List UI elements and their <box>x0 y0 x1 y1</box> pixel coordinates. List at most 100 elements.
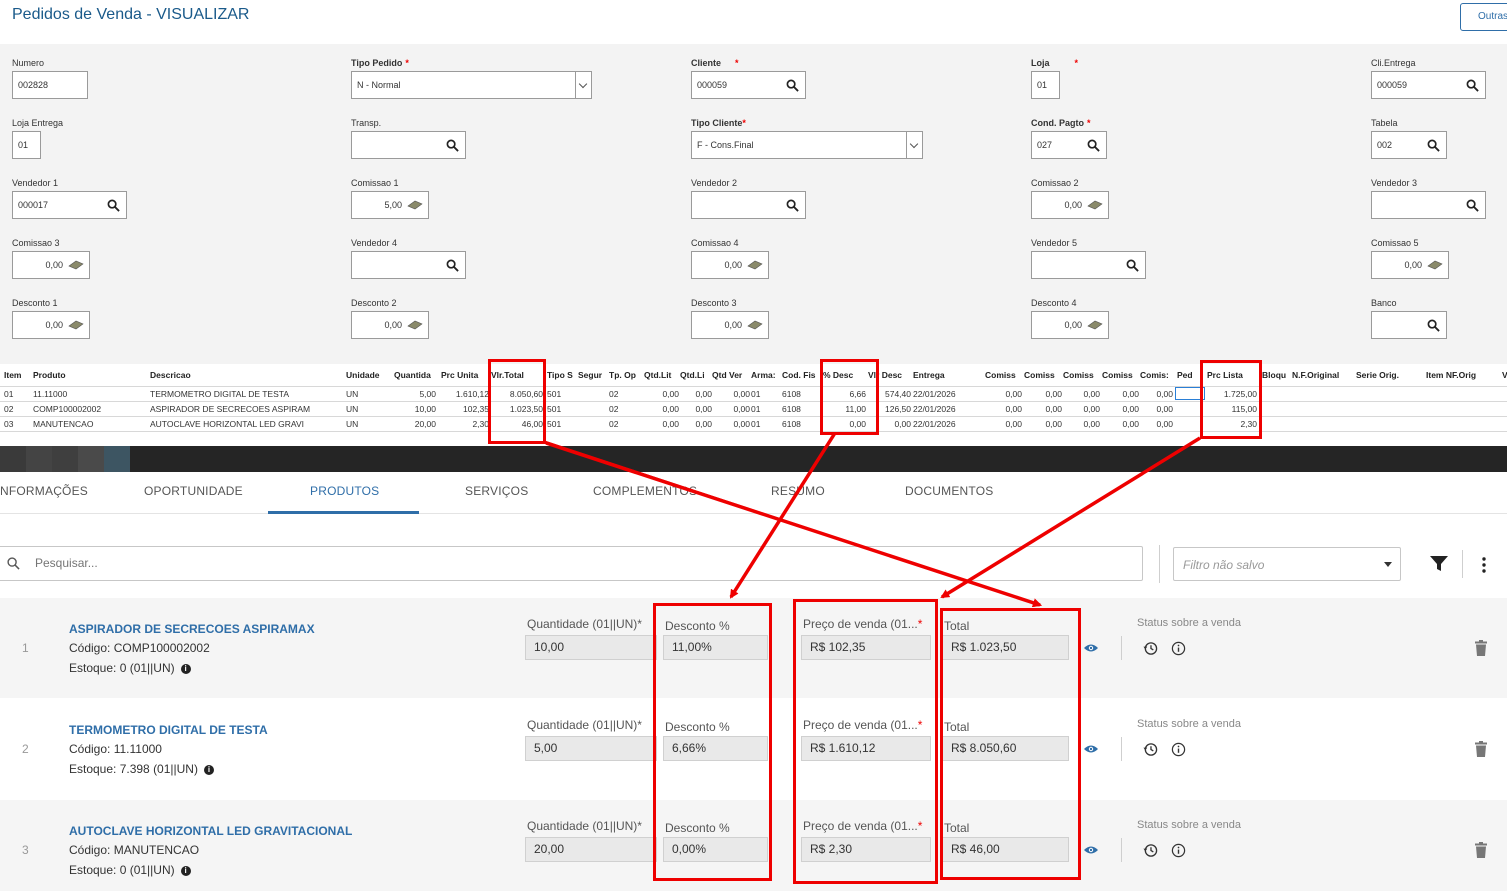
history-icon[interactable] <box>1143 843 1158 858</box>
eye-icon[interactable] <box>1084 744 1098 754</box>
comissao5-field: Comissao 5 0,00 <box>1371 237 1449 279</box>
desconto3-input[interactable]: 0,00 <box>691 311 769 339</box>
tab-servicos[interactable]: SERVIÇOS <box>465 484 528 498</box>
vendedor4-input[interactable] <box>351 251 466 279</box>
grid-cell: 11.11000 <box>33 389 68 399</box>
tab-informacoes[interactable]: NFORMAÇÕES <box>0 484 88 498</box>
status-label: Status sobre a venda <box>1137 617 1241 629</box>
transp-input[interactable] <box>351 131 466 159</box>
search-icon[interactable] <box>1427 319 1440 332</box>
quantity-input[interactable]: 20,00 <box>525 837 657 862</box>
vendedor2-input[interactable] <box>691 191 806 219</box>
tabela-input[interactable]: 002 <box>1371 131 1447 159</box>
tipo-pedido-field: Tipo Pedido * N - Normal <box>351 57 592 99</box>
divider <box>1159 545 1160 583</box>
search-icon[interactable] <box>1126 259 1139 272</box>
eye-icon[interactable] <box>1084 845 1098 855</box>
calculator-icon[interactable] <box>407 200 423 210</box>
search-input[interactable] <box>35 547 1035 580</box>
search-icon[interactable] <box>786 199 799 212</box>
calculator-icon[interactable] <box>1087 200 1103 210</box>
tipo-pedido-select[interactable]: N - Normal <box>351 71 592 99</box>
search-icon[interactable] <box>786 79 799 92</box>
calculator-icon[interactable] <box>747 260 763 270</box>
quantity-input[interactable]: 10,00 <box>525 635 657 660</box>
desconto4-input[interactable]: 0,00 <box>1031 311 1109 339</box>
filter-icon[interactable] <box>1430 556 1448 572</box>
tab-resumo[interactable]: RESUMO <box>771 484 825 498</box>
grid-header-cell: Entrega <box>913 370 945 380</box>
calculator-icon[interactable] <box>747 320 763 330</box>
cli-entrega-input[interactable]: 000059 <box>1371 71 1486 99</box>
eye-icon[interactable] <box>1084 643 1098 653</box>
search-icon[interactable] <box>1427 139 1440 152</box>
app-root: Pedidos de Venda - VISUALIZAR Outras Num… <box>0 0 1507 891</box>
search-icon[interactable] <box>1466 199 1479 212</box>
loja-input[interactable]: 01 <box>1031 71 1060 99</box>
search-icon[interactable] <box>446 259 459 272</box>
comissao5-input[interactable]: 0,00 <box>1371 251 1449 279</box>
desconto2-input[interactable]: 0,00 <box>351 311 429 339</box>
trash-icon[interactable] <box>1475 640 1487 656</box>
calculator-icon[interactable] <box>407 320 423 330</box>
info-icon[interactable]: i <box>180 663 191 674</box>
history-icon[interactable] <box>1143 742 1158 757</box>
grid-cell: 102,35 <box>463 404 489 414</box>
search-icon[interactable] <box>1466 79 1479 92</box>
vendedor5-input[interactable] <box>1031 251 1146 279</box>
cli-entrega-field: Cli.Entrega 000059 <box>1371 57 1486 99</box>
banco-input[interactable] <box>1371 311 1447 339</box>
numero-input[interactable]: 002828 <box>12 71 88 99</box>
grid-cell: 0,00 <box>1122 404 1139 414</box>
calculator-icon[interactable] <box>68 260 84 270</box>
outras-button[interactable]: Outras <box>1460 3 1507 31</box>
search-icon[interactable] <box>1087 139 1100 152</box>
grid-cell: ASPIRADOR DE SECRECOES ASPIRAM <box>150 404 311 414</box>
trash-icon[interactable] <box>1475 842 1487 858</box>
tipo-cliente-select[interactable]: F - Cons.Final <box>691 131 923 159</box>
info-icon[interactable]: i <box>180 865 191 876</box>
comissao2-label: Comissao 2 <box>1031 178 1079 188</box>
calculator-icon[interactable] <box>1427 260 1443 270</box>
cliente-input[interactable]: 000059 <box>691 71 806 99</box>
product-name[interactable]: ASPIRADOR DE SECRECOES ASPIRAMAX <box>69 622 315 636</box>
tab-oportunidade[interactable]: OPORTUNIDADE <box>144 484 243 498</box>
info-icon[interactable]: i <box>203 764 214 775</box>
info-icon[interactable] <box>1171 641 1186 656</box>
calculator-icon[interactable] <box>68 320 84 330</box>
tab-documentos[interactable]: DOCUMENTOS <box>905 484 993 498</box>
calculator-icon[interactable] <box>1087 320 1103 330</box>
history-icon[interactable] <box>1143 641 1158 656</box>
grid-header-cell: Qtd Ver <box>712 370 743 380</box>
product-name[interactable]: TERMOMETRO DIGITAL DE TESTA <box>69 723 268 737</box>
tab-produtos[interactable]: PRODUTOS <box>310 484 379 498</box>
tipo-cliente-field: Tipo Cliente* F - Cons.Final <box>691 117 923 159</box>
info-icon[interactable] <box>1171 843 1186 858</box>
more-options-icon[interactable] <box>1480 556 1488 574</box>
info-icon[interactable] <box>1171 742 1186 757</box>
desconto2-field: Desconto 2 0,00 <box>351 297 429 339</box>
comissao2-input[interactable]: 0,00 <box>1031 191 1109 219</box>
comissao4-input[interactable]: 0,00 <box>691 251 769 279</box>
trash-icon[interactable] <box>1475 741 1487 757</box>
loja-entrega-input[interactable]: 01 <box>12 131 41 159</box>
filter-select[interactable]: Filtro não salvo <box>1173 547 1401 581</box>
quantity-input[interactable]: 5,00 <box>525 736 657 761</box>
search-icon[interactable] <box>446 139 459 152</box>
vendedor1-input[interactable]: 000017 <box>12 191 127 219</box>
search-icon[interactable] <box>107 199 120 212</box>
desconto3-field: Desconto 3 0,00 <box>691 297 769 339</box>
grid-cell: 02 <box>609 419 619 429</box>
comissao3-input[interactable]: 0,00 <box>12 251 90 279</box>
product-name[interactable]: AUTOCLAVE HORIZONTAL LED GRAVITACIONAL <box>69 824 352 838</box>
grid-cell: 0,00 <box>1005 404 1022 414</box>
desconto1-input[interactable]: 0,00 <box>12 311 90 339</box>
tab-complementos[interactable]: COMPLEMENTOS <box>593 484 697 498</box>
desconto4-field: Desconto 4 0,00 <box>1031 297 1109 339</box>
comissao1-input[interactable]: 5,00 <box>351 191 429 219</box>
grid-cell: 01 <box>751 419 761 429</box>
vendedor3-input[interactable] <box>1371 191 1486 219</box>
comissao2-field: Comissao 2 0,00 <box>1031 177 1109 219</box>
cond-pagto-input[interactable]: 027 <box>1031 131 1107 159</box>
grid-header-cell: Comiss <box>1063 370 1094 380</box>
